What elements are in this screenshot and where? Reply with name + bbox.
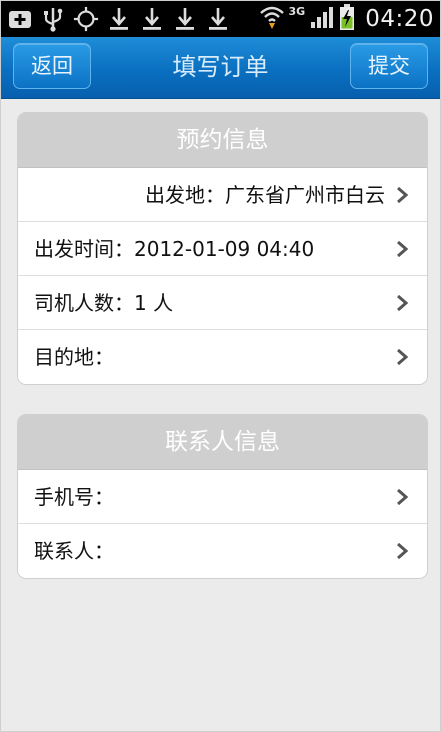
title-bar: 返回 填写订单 提交	[1, 37, 440, 99]
phone-text: 手机号：	[34, 485, 114, 509]
chevron-right-icon	[397, 488, 409, 506]
usb-icon	[40, 5, 66, 33]
destination-row[interactable]: 目的地：	[18, 330, 427, 384]
phone-screen: 3G 04:20 返回 填写订单 提交 预约信息 出发地：广东省广州市白云 出发…	[0, 0, 441, 732]
status-bar: 3G 04:20	[1, 1, 440, 37]
plus-box-icon	[7, 5, 33, 33]
driver-count-text: 司机人数：1 人	[34, 291, 174, 315]
signal-icon	[309, 4, 335, 34]
download-icon	[172, 5, 198, 33]
contact-card: 联系人信息 手机号： 联系人：	[17, 414, 428, 579]
chevron-right-icon	[397, 294, 409, 312]
chevron-right-icon	[397, 240, 409, 258]
download-icon	[139, 5, 165, 33]
contact-header: 联系人信息	[18, 415, 427, 470]
clock: 04:20	[365, 6, 434, 32]
system-indicators: 3G 04:20	[259, 4, 434, 34]
chevron-right-icon	[397, 348, 409, 366]
departure-text: 出发地：广东省广州市白云	[145, 183, 385, 207]
gps-icon	[73, 5, 99, 33]
download-icon	[106, 5, 132, 33]
contact-person-row[interactable]: 联系人：	[18, 524, 427, 578]
contact-person-text: 联系人：	[34, 539, 114, 563]
battery-charging-icon	[339, 3, 355, 35]
wifi-icon	[259, 4, 285, 34]
notification-icons	[7, 5, 231, 33]
departure-time-text: 出发时间：2012-01-09 04:40	[34, 237, 315, 261]
chevron-right-icon	[397, 542, 409, 560]
phone-row[interactable]: 手机号：	[18, 470, 427, 524]
departure-row[interactable]: 出发地：广东省广州市白云	[18, 168, 427, 222]
destination-text: 目的地：	[34, 345, 114, 369]
download-icon	[205, 5, 231, 33]
departure-time-row[interactable]: 出发时间：2012-01-09 04:40	[18, 222, 427, 276]
driver-count-row[interactable]: 司机人数：1 人	[18, 276, 427, 330]
reservation-card: 预约信息 出发地：广东省广州市白云 出发时间：2012-01-09 04:40 …	[17, 112, 428, 385]
submit-button[interactable]: 提交	[350, 43, 428, 89]
reservation-header: 预约信息	[18, 113, 427, 168]
chevron-right-icon	[397, 186, 409, 204]
network-type: 3G	[288, 4, 306, 18]
